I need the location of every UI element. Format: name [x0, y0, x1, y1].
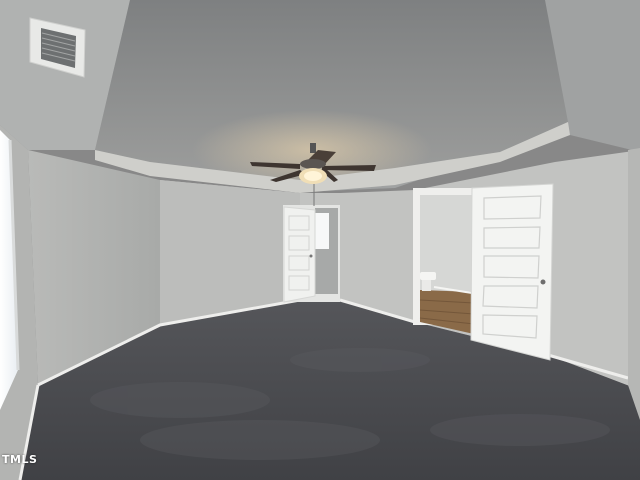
photo-scene: TMLS [0, 0, 640, 480]
closet-door-knob [309, 254, 313, 258]
watermark-text: TMLS [2, 453, 38, 466]
bathroom-door-knob [540, 279, 546, 285]
room-photo [0, 0, 640, 480]
right-wall-edge [628, 148, 640, 420]
closet-window [315, 213, 329, 249]
